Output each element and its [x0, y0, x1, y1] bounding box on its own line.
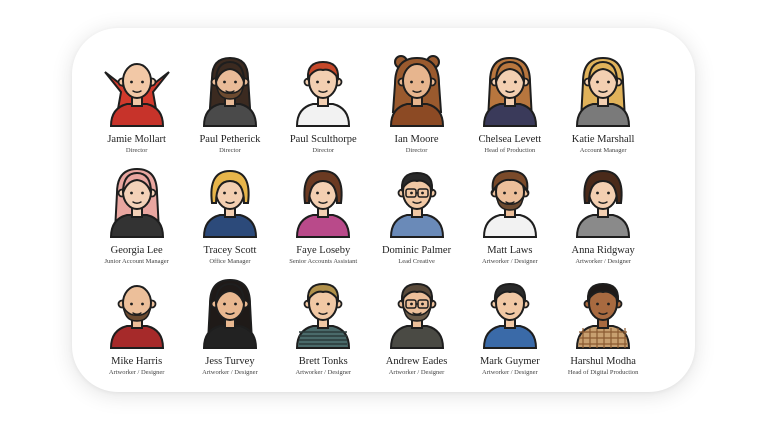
member-name: Andrew Eades: [385, 356, 448, 367]
member-role: Artworker / Designer: [202, 369, 258, 376]
team-member: Katie Marshall Account Manager: [556, 52, 649, 163]
member-name: Anna Ridgway: [571, 245, 635, 256]
bear-hood-avatar-icon: [389, 55, 444, 127]
team-member: Paul Petherick Director: [183, 52, 276, 163]
team-member: Mike Harris Artworker / Designer: [90, 274, 183, 385]
team-member: Matt Laws Artworker / Designer: [463, 163, 556, 274]
team-member: Andrew Eades Artworker / Designer: [370, 274, 463, 385]
ponytail-woman-avatar-icon: [296, 169, 351, 238]
team-member: Harshul Modha Head of Digital Production: [556, 274, 649, 385]
member-name: Brett Tonks: [298, 356, 348, 367]
jedi-avatar-icon: [202, 56, 257, 127]
member-role: Account Manager: [579, 147, 627, 154]
team-member: Jess Turvey Artworker / Designer: [183, 274, 276, 385]
denim-shirt-avatar-icon: [482, 282, 537, 349]
member-role: Director: [125, 147, 148, 154]
member-role: Senior Accounts Assistant: [289, 258, 358, 265]
member-role: Director: [219, 147, 241, 154]
blonde-bob-avatar-icon: [202, 169, 257, 238]
member-name: Mike Harris: [111, 356, 163, 367]
member-role: Artworker / Designer: [575, 258, 631, 265]
member-name: Georgia Lee: [110, 245, 163, 256]
member-role: Artworker / Designer: [108, 369, 165, 376]
check-shirt-avatar-icon: [576, 282, 631, 349]
team-grid: Jamie Mollart Director Paul Petherick Direc…: [90, 52, 680, 385]
wizard-avatar-icon: [103, 63, 170, 127]
member-role: Artworker / Designer: [482, 369, 538, 376]
brunette-woman-avatar-icon: [576, 169, 631, 238]
member-role: Director: [312, 147, 335, 154]
redhead-avatar-icon: [296, 60, 351, 127]
team-member: Dominic Palmer Lead Creative: [370, 163, 463, 274]
striped-shirt-avatar-icon: [296, 282, 351, 349]
member-name: Jess Turvey: [205, 356, 255, 367]
member-name: Matt Laws: [487, 245, 533, 256]
team-member: Jamie Mollart Director: [90, 52, 183, 163]
blonde-woman-avatar-icon: [576, 56, 631, 127]
member-name: Tracey Scott: [203, 245, 257, 256]
member-role: Head of Production: [484, 147, 536, 154]
member-name: Harshul Modha: [570, 356, 636, 367]
team-card: Jamie Mollart Director Paul Petherick Direc…: [72, 28, 695, 392]
member-role: Junior Account Manager: [104, 258, 169, 265]
team-member: Georgia Lee Junior Account Manager: [90, 163, 183, 274]
glasses-man-avatar-icon: [389, 171, 444, 238]
team-member: Ian Moore Director: [370, 52, 463, 163]
team-member: Tracey Scott Office Manager: [183, 163, 276, 274]
curly-beard-avatar-icon: [482, 169, 537, 238]
dark-hair-woman-avatar-icon: [202, 278, 257, 349]
team-member: Chelsea Levett Head of Production: [463, 52, 556, 163]
member-name: Mark Guymer: [479, 356, 540, 367]
team-member: Brett Tonks Artworker / Designer: [277, 274, 370, 385]
member-role: Lead Creative: [398, 258, 435, 265]
member-role: Artworker / Designer: [388, 369, 445, 376]
member-name: Ian Moore: [394, 134, 439, 145]
member-role: Head of Digital Production: [567, 369, 639, 376]
member-name: Dominic Palmer: [381, 245, 452, 256]
team-member: Mark Guymer Artworker / Designer: [463, 274, 556, 385]
member-name: Paul Petherick: [199, 134, 261, 145]
member-role: Artworker / Designer: [295, 369, 352, 376]
long-hair-woman-avatar-icon: [482, 56, 537, 127]
member-role: Office Manager: [209, 258, 251, 265]
glasses-beard-avatar-icon: [389, 282, 444, 349]
member-name: Katie Marshall: [571, 134, 635, 145]
member-name: Paul Sculthorpe: [289, 134, 357, 145]
member-name: Chelsea Levett: [478, 134, 542, 145]
team-member: Paul Sculthorpe Director: [277, 52, 370, 163]
member-role: Director: [405, 147, 428, 154]
pink-hair-woman-avatar-icon: [109, 167, 164, 238]
team-member: Anna Ridgway Artworker / Designer: [556, 163, 649, 274]
team-member: Faye Loseby Senior Accounts Assistant: [277, 163, 370, 274]
member-name: Faye Loseby: [296, 245, 351, 256]
member-name: Jamie Mollart: [107, 134, 166, 145]
member-role: Artworker / Designer: [482, 258, 538, 265]
bald-beard-avatar-icon: [109, 285, 164, 349]
